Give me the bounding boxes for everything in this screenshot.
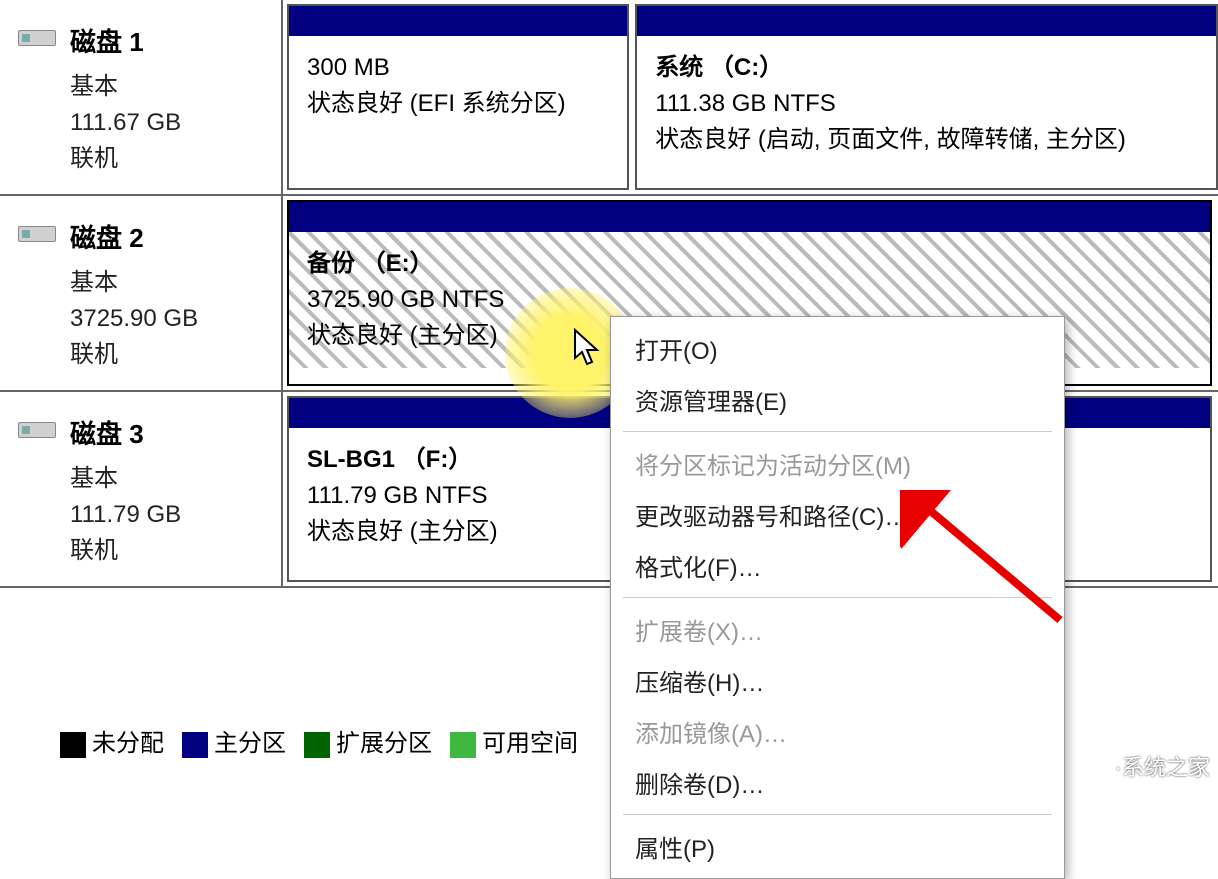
context-menu-separator <box>623 597 1052 598</box>
partition-size: 111.38 GB NTFS <box>655 86 1198 122</box>
watermark: ·系统之家 <box>1071 750 1210 782</box>
disk-header[interactable]: 磁盘 1 基本111.67 GB联机 <box>0 0 283 194</box>
legend-primary: 主分区 <box>182 723 286 758</box>
legend: 未分配 主分区 扩展分区 可用空间 <box>60 723 578 758</box>
partition[interactable]: 系统 （C:）111.38 GB NTFS状态良好 (启动, 页面文件, 故障转… <box>635 4 1218 190</box>
disk-type: 基本 <box>70 69 263 105</box>
partition-stripe <box>289 6 627 36</box>
context-menu-item: 添加镜像(A)… <box>611 706 1064 757</box>
partition[interactable]: 300 MB状态良好 (EFI 系统分区) <box>287 4 629 190</box>
disk-size: 111.79 GB <box>70 497 263 533</box>
disk-header[interactable]: 磁盘 3 基本111.79 GB联机 <box>0 392 283 586</box>
context-menu-item[interactable]: 删除卷(D)… <box>611 757 1064 808</box>
context-menu-item: 扩展卷(X)… <box>611 604 1064 655</box>
disk-icon <box>18 422 56 438</box>
context-menu-item[interactable]: 打开(O) <box>611 323 1064 374</box>
partition-area: 300 MB状态良好 (EFI 系统分区)系统 （C:）111.38 GB NT… <box>283 0 1218 194</box>
disk-size: 3725.90 GB <box>70 301 263 337</box>
partition-size: 3725.90 GB NTFS <box>307 282 1192 318</box>
house-icon <box>1071 750 1109 782</box>
partition-status: 状态良好 (启动, 页面文件, 故障转储, 主分区) <box>655 122 1198 158</box>
legend-unallocated: 未分配 <box>60 723 164 758</box>
disk-icon <box>18 226 56 242</box>
context-menu-item[interactable]: 格式化(F)… <box>611 540 1064 591</box>
disk-status: 联机 <box>70 141 263 177</box>
disk-size: 111.67 GB <box>70 105 263 141</box>
context-menu-item: 将分区标记为活动分区(M) <box>611 438 1064 489</box>
partition-size: 300 MB <box>307 50 609 86</box>
legend-free: 可用空间 <box>450 723 578 758</box>
disk-name: 磁盘 3 <box>70 414 263 451</box>
disk-icon <box>18 30 56 46</box>
partition-status: 状态良好 (EFI 系统分区) <box>307 86 609 122</box>
partition-title: 备份 （E:） <box>307 246 1192 282</box>
context-menu-separator <box>623 431 1052 432</box>
disk-row: 磁盘 1基本111.67 GB联机300 MB状态良好 (EFI 系统分区)系统… <box>0 0 1218 196</box>
partition-title: 系统 （C:） <box>655 50 1198 86</box>
partition-body: 系统 （C:）111.38 GB NTFS状态良好 (启动, 页面文件, 故障转… <box>637 36 1216 172</box>
disk-status: 联机 <box>70 533 263 569</box>
disk-header[interactable]: 磁盘 2 基本3725.90 GB联机 <box>0 196 283 390</box>
disk-type: 基本 <box>70 461 263 497</box>
legend-extended: 扩展分区 <box>304 723 432 758</box>
disk-name: 磁盘 2 <box>70 218 263 255</box>
context-menu-item[interactable]: 更改驱动器号和路径(C)… <box>611 489 1064 540</box>
disk-status: 联机 <box>70 337 263 373</box>
partition-stripe <box>289 202 1210 232</box>
disk-type: 基本 <box>70 265 263 301</box>
context-menu: 打开(O)资源管理器(E) 将分区标记为活动分区(M)更改驱动器号和路径(C)…格… <box>610 316 1065 879</box>
disk-name: 磁盘 1 <box>70 22 263 59</box>
context-menu-item[interactable]: 资源管理器(E) <box>611 374 1064 425</box>
context-menu-item[interactable]: 压缩卷(H)… <box>611 655 1064 706</box>
partition-stripe <box>637 6 1216 36</box>
context-menu-item[interactable]: 属性(P) <box>611 821 1064 872</box>
context-menu-separator <box>623 814 1052 815</box>
partition-body: 300 MB状态良好 (EFI 系统分区) <box>289 36 627 136</box>
